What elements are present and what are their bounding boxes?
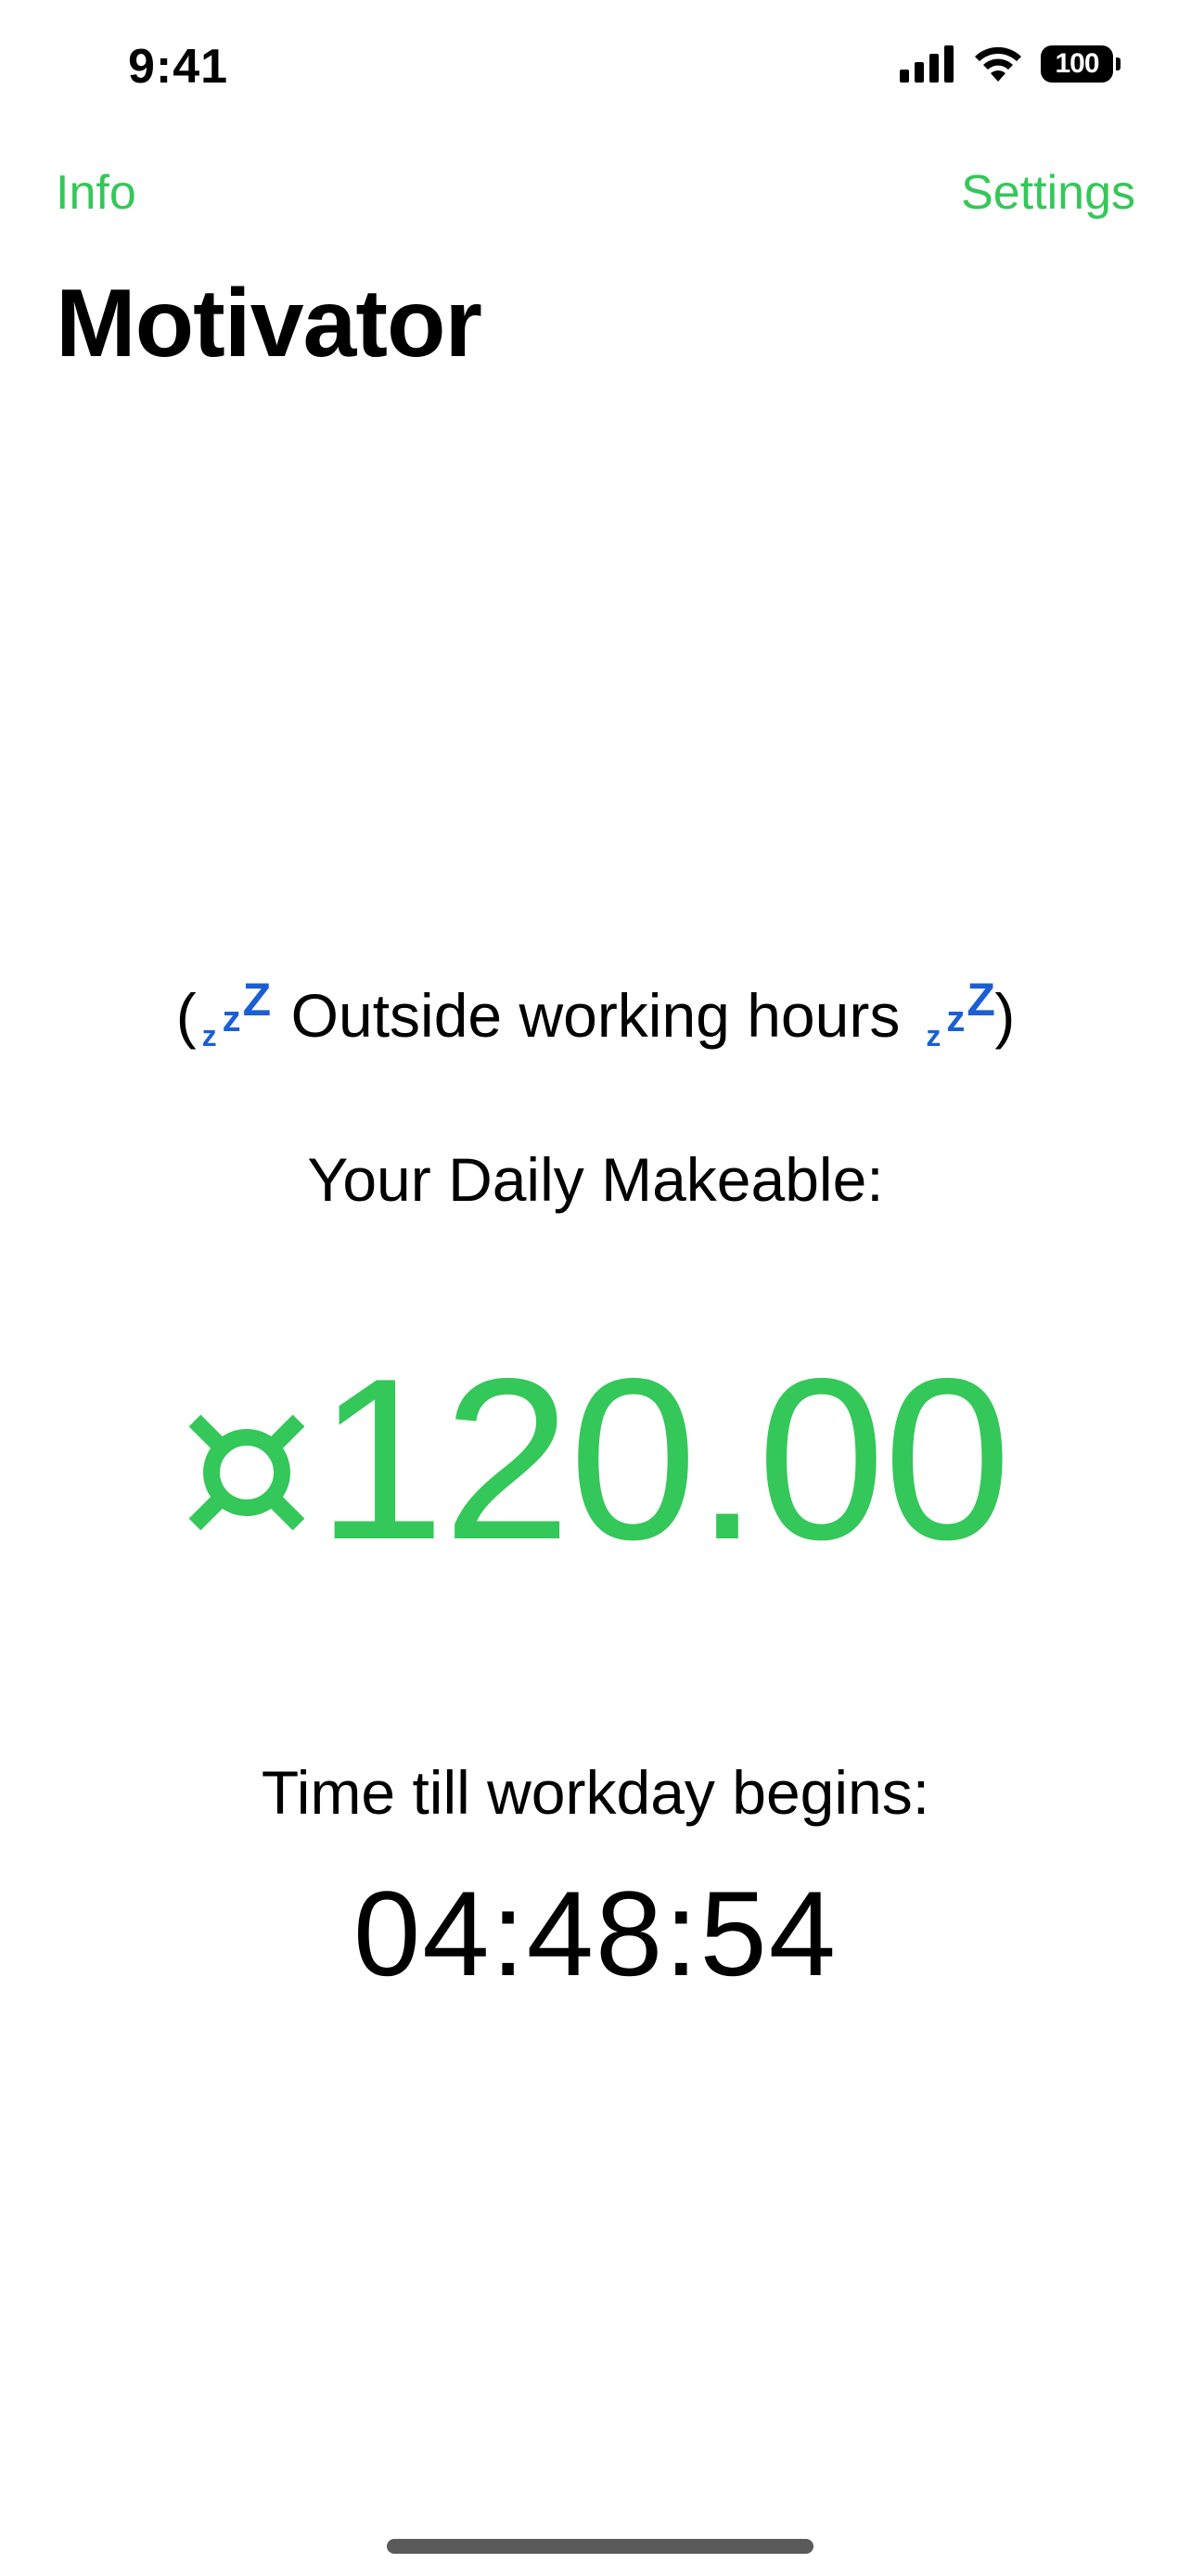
amount-value: 120.00	[316, 1330, 1012, 1588]
zzz-sleep-icon: zzZ	[926, 974, 995, 1052]
page-title: Motivator	[56, 270, 482, 377]
status-time: 9:41	[128, 40, 229, 94]
status-icons: 100	[900, 45, 1121, 83]
status-bar: 9:41 100	[0, 0, 1191, 130]
status-text: Outside working hours	[290, 981, 901, 1050]
battery-level: 100	[1055, 48, 1099, 79]
home-indicator[interactable]	[387, 2539, 813, 2554]
wifi-icon	[975, 46, 1021, 82]
cellular-signal-icon	[900, 45, 954, 83]
zzz-sleep-icon: zzZ	[201, 974, 272, 1052]
status-paren-open: (	[175, 981, 197, 1050]
countdown-label: Time till workday begins:	[261, 1758, 930, 1827]
settings-button[interactable]: Settings	[961, 165, 1135, 221]
battery-tip	[1116, 57, 1121, 70]
daily-amount: 120.00	[0, 1326, 1191, 1591]
daily-makeable-label: Your Daily Makeable:	[307, 1145, 884, 1214]
status-paren-close: )	[994, 981, 1016, 1050]
generic-currency-sign-icon	[188, 1414, 305, 1531]
info-button[interactable]: Info	[56, 165, 136, 221]
battery-icon: 100	[1041, 45, 1113, 83]
countdown-timer: 04:48:54	[352, 1866, 839, 2001]
working-hours-status: ( zzZ Outside working hours zzZ )	[0, 974, 1191, 1052]
